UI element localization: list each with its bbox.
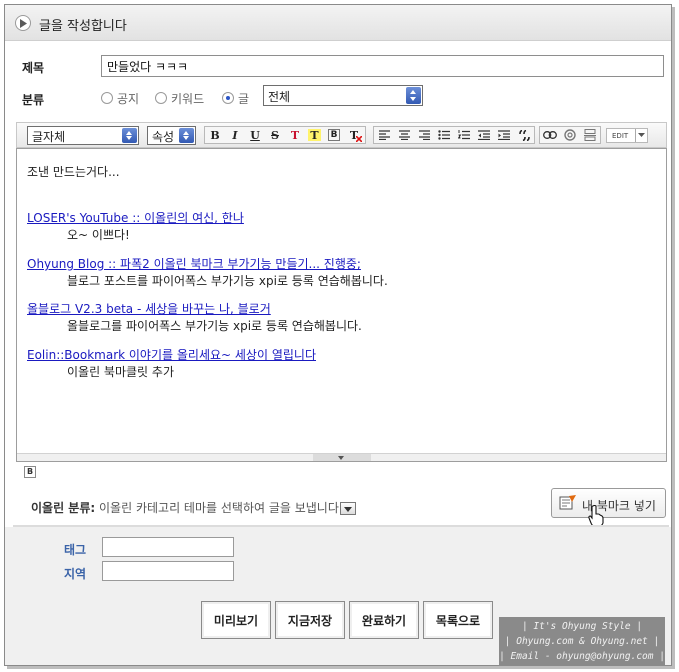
list-button[interactable]: 목록으로 bbox=[423, 601, 493, 639]
play-arrow-icon bbox=[15, 15, 31, 31]
edit-mode-dropdown[interactable]: EDIT bbox=[606, 128, 648, 143]
more-icon[interactable] bbox=[580, 127, 600, 143]
insert-group bbox=[539, 126, 601, 144]
select-arrow-icon bbox=[406, 87, 421, 104]
align-left-icon[interactable] bbox=[374, 127, 394, 143]
paragraph-group bbox=[373, 126, 535, 144]
editor-desc: 이올린 북마클릿 추가 bbox=[67, 365, 174, 379]
resize-grip-icon[interactable] bbox=[313, 454, 371, 461]
subject-label: 제목 bbox=[22, 61, 45, 75]
edit-mode-label: EDIT bbox=[612, 131, 629, 140]
quote-icon[interactable] bbox=[514, 127, 534, 143]
editor-toolbar: 글자체 속성 B I U S T T B T EDIT bbox=[16, 122, 667, 148]
credit-line: | Ohyung.com & Ohyung.net | bbox=[504, 636, 660, 647]
text-color-button[interactable]: T bbox=[285, 127, 305, 143]
editor-resize-bar[interactable] bbox=[17, 453, 666, 461]
location-input[interactable] bbox=[102, 561, 234, 581]
category-select-value: 전체 bbox=[268, 90, 291, 104]
radio-post-label: 글 bbox=[238, 91, 250, 106]
location-label: 지역 bbox=[64, 567, 87, 581]
insert-b-icon[interactable]: B bbox=[24, 466, 36, 478]
underline-button[interactable]: U bbox=[245, 127, 265, 143]
save-now-button[interactable]: 지금저장 bbox=[275, 601, 345, 639]
category-select[interactable]: 전체 bbox=[263, 85, 423, 106]
editor-link[interactable]: 올블로그 V2.3 beta - 세상을 바꾸는 나, 블로거 bbox=[27, 302, 271, 316]
radio-notice-dot[interactable] bbox=[101, 92, 113, 104]
radio-post[interactable]: 글 bbox=[222, 89, 249, 107]
font-select[interactable]: 글자체 bbox=[27, 126, 139, 145]
category-label: 분류 bbox=[22, 93, 45, 107]
italic-button[interactable]: I bbox=[225, 127, 245, 143]
eolin-label: 이올린 분류: bbox=[31, 501, 96, 515]
select-arrow-icon bbox=[122, 128, 137, 143]
link-icon[interactable] bbox=[540, 127, 560, 143]
bg-color-button[interactable]: T bbox=[308, 129, 321, 142]
editor-desc: 블로그 포스트를 파이어폭스 부가기능 xpi로 등록 연습해봅니다. bbox=[67, 274, 388, 288]
bold-button[interactable]: B bbox=[205, 127, 225, 143]
radio-notice[interactable]: 공지 bbox=[101, 89, 139, 107]
attr-select-value: 속성 bbox=[152, 130, 175, 144]
complete-button[interactable]: 완료하기 bbox=[349, 601, 419, 639]
attr-select[interactable]: 속성 bbox=[147, 126, 196, 145]
radio-notice-label: 공지 bbox=[117, 91, 140, 106]
editor-desc: 오~ 이쁘다! bbox=[67, 228, 130, 242]
radio-keyword-dot[interactable] bbox=[155, 92, 167, 104]
eolin-category: 이올린 분류: 이올린 카테고리 테마를 선택하여 글을 보냅니다 bbox=[31, 499, 356, 516]
chevron-down-icon bbox=[635, 129, 647, 142]
credit-line: | It's Ohyung Style | bbox=[521, 621, 643, 632]
subject-input[interactable] bbox=[101, 55, 664, 77]
credit-watermark: | It's Ohyung Style | | Ohyung.com & Ohy… bbox=[499, 617, 665, 665]
editor-desc: 올블로그를 파이어폭스 부가기능 xpi로 등록 연습해봅니다. bbox=[67, 319, 362, 333]
indent-icon[interactable] bbox=[494, 127, 514, 143]
numbered-list-icon[interactable] bbox=[454, 127, 474, 143]
editor-line: 조낸 만드는거다... bbox=[27, 165, 120, 179]
eolin-text: 이올린 카테고리 테마를 선택하여 글을 보냅니다 bbox=[99, 501, 339, 515]
radio-keyword-label: 키워드 bbox=[171, 91, 205, 106]
box-button[interactable]: B bbox=[328, 129, 340, 141]
strike-button[interactable]: S bbox=[265, 127, 285, 143]
bullet-list-icon[interactable] bbox=[434, 127, 454, 143]
align-center-icon[interactable] bbox=[394, 127, 414, 143]
write-post-window: 글을 작성합니다 제목 분류 공지 키워드 글 전체 글자체 속성 B I U … bbox=[4, 4, 672, 666]
page-title: 글을 작성합니다 bbox=[39, 19, 127, 34]
radio-post-dot[interactable] bbox=[222, 92, 234, 104]
editor-link[interactable]: Eolin::Bookmark 이야기를 올리세요~ 세상이 열립니다 bbox=[27, 348, 316, 362]
credit-line: | Email - ohyung@ohyung.com | bbox=[499, 651, 665, 662]
preview-button[interactable]: 미리보기 bbox=[201, 601, 271, 639]
bookmark-note-icon bbox=[559, 495, 576, 510]
tag-input[interactable] bbox=[102, 537, 234, 557]
media-icon[interactable] bbox=[560, 127, 580, 143]
add-bookmark-button[interactable]: 내 북마크 넣기 bbox=[551, 488, 666, 527]
select-arrow-icon bbox=[179, 128, 194, 143]
radio-keyword[interactable]: 키워드 bbox=[155, 89, 204, 107]
align-right-icon[interactable] bbox=[414, 127, 434, 143]
editor-area[interactable]: 조낸 만드는거다... LOSER's YouTube :: 이올린의 여신, … bbox=[16, 148, 667, 462]
red-x-icon bbox=[356, 136, 362, 142]
hand-cursor-icon bbox=[588, 505, 604, 527]
font-select-value: 글자체 bbox=[32, 130, 66, 144]
clear-format-button[interactable]: T bbox=[344, 127, 364, 143]
outdent-icon[interactable] bbox=[474, 127, 494, 143]
title-bar: 글을 작성합니다 bbox=[5, 5, 671, 41]
editor-link[interactable]: Ohyung Blog :: 파폭2 이올린 북마크 부가기능 만들기... 진… bbox=[27, 257, 361, 271]
tag-label: 태그 bbox=[64, 543, 87, 557]
editor-link[interactable]: LOSER's YouTube :: 이올린의 여신, 한나 bbox=[27, 211, 244, 225]
eolin-dropdown[interactable] bbox=[339, 502, 356, 515]
format-group: B I U S T T B T bbox=[204, 126, 366, 144]
